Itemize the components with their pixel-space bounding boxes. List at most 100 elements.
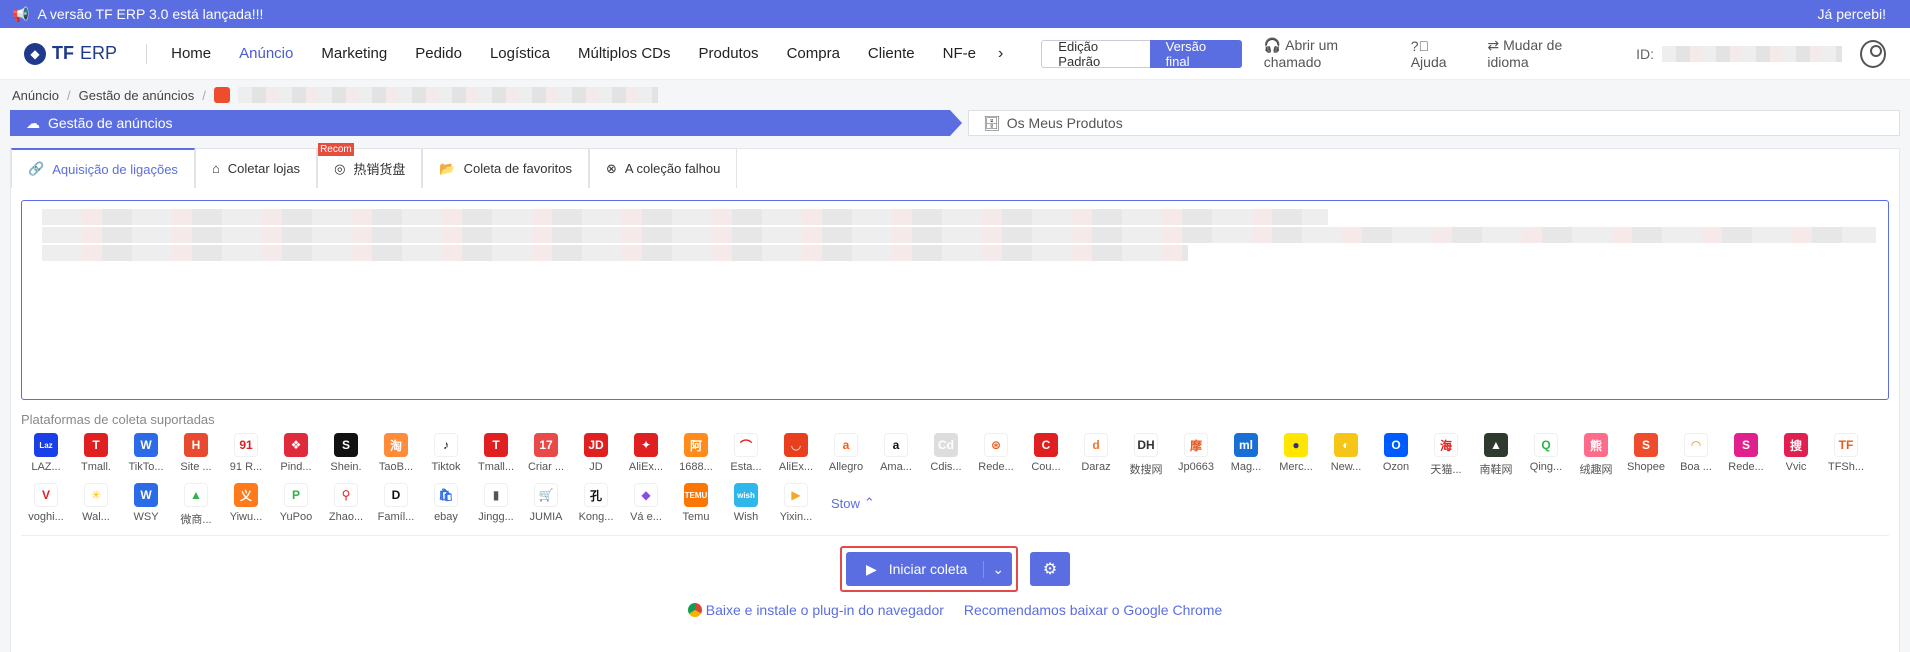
change-language-link[interactable]: ⇄ Mudar de idioma — [1487, 37, 1596, 70]
open-ticket-link[interactable]: 🎧 Abrir um chamado — [1264, 37, 1387, 70]
platform-item[interactable]: ◠ Boa ... — [1671, 433, 1721, 477]
platform-item[interactable]: TF TFSh... — [1821, 433, 1871, 477]
platform-item[interactable]: 17 Criar ... — [521, 433, 571, 477]
menu-item-5[interactable]: Múltiplos CDs — [564, 45, 685, 62]
standard-edition-button[interactable]: Edição Padrão — [1041, 39, 1150, 69]
chevron-down-icon[interactable]: ⌄ — [984, 561, 1012, 578]
platform-item[interactable]: a Allegro — [821, 433, 871, 477]
menu-item-4[interactable]: Logística — [476, 45, 564, 62]
menu-item-8[interactable]: Cliente — [854, 45, 929, 62]
platform-item[interactable]: wish Wish — [721, 483, 771, 527]
platform-item[interactable]: ▲ 南鞋网 — [1471, 433, 1521, 477]
platform-item[interactable]: 淘 TaoB... — [371, 433, 421, 477]
platform-item[interactable]: ▲ 微商... — [171, 483, 221, 527]
platform-label: New... — [1330, 461, 1362, 473]
breadcrumb-anuncio[interactable]: Anúncio — [12, 88, 59, 103]
help-link[interactable]: ?⃝Ajuda — [1411, 38, 1464, 70]
platform-item[interactable]: S Shopee — [1621, 433, 1671, 477]
platform-item[interactable]: d Daraz — [1071, 433, 1121, 477]
platform-item[interactable]: Laz LAZ... — [21, 433, 71, 477]
avatar[interactable] — [1859, 39, 1887, 68]
start-collection-button[interactable]: ▶ Iniciar coleta ⌄ — [845, 552, 1013, 586]
platform-label: Wal... — [82, 511, 110, 523]
user-id-redacted — [1661, 45, 1842, 62]
tab-1[interactable]: ⌂ Coletar lojas — [194, 148, 318, 188]
platform-item[interactable]: 91 91 R... — [221, 433, 271, 477]
platform-item[interactable]: Cd Cdis... — [921, 433, 971, 477]
platform-item[interactable]: W WSY — [121, 483, 171, 527]
links-textarea[interactable] — [21, 200, 1889, 400]
platform-item[interactable]: ⊛ Rede... — [971, 433, 1021, 477]
platform-item[interactable]: TEMU Temu — [671, 483, 721, 527]
platform-item[interactable]: ◆ Vá e... — [621, 483, 671, 527]
platform-item[interactable]: S Shein. — [321, 433, 371, 477]
menu-item-1[interactable]: Anúncio — [225, 45, 307, 62]
dismiss-banner-link[interactable]: Já percebi! — [1818, 6, 1898, 22]
platform-item[interactable]: 摩 Jp0663 — [1171, 433, 1221, 477]
platform-item[interactable]: ⚲ Zhao... — [321, 483, 371, 527]
platform-item[interactable]: O Ozon — [1371, 433, 1421, 477]
platform-item[interactable]: JD JD — [571, 433, 621, 477]
tab-2[interactable]: ◎ 热销货盘 Recom — [317, 143, 423, 188]
final-version-button[interactable]: Versão final — [1149, 39, 1242, 69]
platform-item[interactable]: T Tmall. — [71, 433, 121, 477]
platform-item[interactable]: P YuPoo — [271, 483, 321, 527]
platform-logo-icon: wish — [734, 483, 758, 507]
tab-3[interactable]: 📂 Coleta de favoritos — [422, 148, 590, 188]
platform-item[interactable]: 🛍 ebay — [421, 483, 471, 527]
stow-toggle[interactable]: Stow ⌃ — [831, 483, 875, 523]
platform-item[interactable]: 孔 Kong... — [571, 483, 621, 527]
menu-item-7[interactable]: Compra — [773, 45, 854, 62]
platform-item[interactable]: 义 Yiwu... — [221, 483, 271, 527]
platform-item[interactable]: DH 数搜网 — [1121, 433, 1171, 477]
platform-item[interactable]: T Tmall... — [471, 433, 521, 477]
menu-item-6[interactable]: Produtos — [685, 45, 773, 62]
logo[interactable]: ◆ TF ERP — [24, 42, 134, 65]
platform-item[interactable]: Q Qing... — [1521, 433, 1571, 477]
step-next[interactable]: 🗄 Os Meus Produtos — [968, 110, 1900, 136]
platform-item[interactable]: ▶ Yixin... — [771, 483, 821, 527]
platform-item[interactable]: ✳ Wal... — [71, 483, 121, 527]
tab-4[interactable]: ⊗ A coleção falhou — [589, 148, 738, 188]
platform-label: LAZ... — [31, 461, 61, 473]
platform-item[interactable]: ❖ Pind... — [271, 433, 321, 477]
platform-item[interactable]: 海天猫... — [1421, 433, 1471, 477]
platform-item[interactable]: ml Mag... — [1221, 433, 1271, 477]
start-collection-main[interactable]: ▶ Iniciar coleta — [846, 560, 985, 578]
platform-item[interactable]: ⌒ Esta... — [721, 433, 771, 477]
menu-item-9[interactable]: NF-e — [929, 45, 990, 62]
platform-logo-icon: ◠ — [1684, 433, 1708, 457]
plugin-link[interactable]: Baixe e instale o plug-in do navegador — [687, 602, 944, 618]
breadcrumb-gestao[interactable]: Gestão de anúncios — [79, 88, 195, 103]
platform-item[interactable]: ♪ Tiktok — [421, 433, 471, 477]
menu-next-chevron-icon[interactable]: › — [990, 45, 1011, 63]
platform-item[interactable]: H Site ... — [171, 433, 221, 477]
platform-item[interactable]: ● Merc... — [1271, 433, 1321, 477]
platform-item[interactable]: ◡ AliEx... — [771, 433, 821, 477]
platform-item[interactable]: 搜 Vvic — [1771, 433, 1821, 477]
menu-item-2[interactable]: Marketing — [307, 45, 401, 62]
platform-item[interactable]: ▮ Jingg... — [471, 483, 521, 527]
platform-item[interactable]: D Famíl... — [371, 483, 421, 527]
platform-item[interactable]: ✦ AliEx... — [621, 433, 671, 477]
tab-label: Coletar lojas — [227, 161, 301, 176]
platform-item[interactable]: 熊绒趣网 — [1571, 433, 1621, 477]
platform-item[interactable]: 阿 1688... — [671, 433, 721, 477]
platform-item[interactable]: W TikTo... — [121, 433, 171, 477]
menu-item-0[interactable]: Home — [157, 45, 225, 62]
platform-label: Jingg... — [478, 511, 514, 523]
platform-logo-icon: TEMU — [684, 483, 708, 507]
platform-item[interactable]: 🛒 JUMIA — [521, 483, 571, 527]
platform-item[interactable]: a Ama... — [871, 433, 921, 477]
tab-0[interactable]: 🔗 Aquisição de ligações — [11, 148, 195, 188]
chrome-link[interactable]: Recomendamos baixar o Google Chrome — [964, 602, 1222, 618]
menu-item-3[interactable]: Pedido — [401, 45, 476, 62]
platform-item[interactable]: S Rede... — [1721, 433, 1771, 477]
platform-label: 南鞋网 — [1479, 464, 1513, 476]
platform-item[interactable]: Vvoghi... — [21, 483, 71, 527]
link-icon: 🔗 — [28, 161, 45, 176]
platform-item[interactable]: C Cou... — [1021, 433, 1071, 477]
settings-button[interactable]: ⚙ — [1030, 552, 1071, 586]
platform-item[interactable]: ◐ New... — [1321, 433, 1371, 477]
step-current[interactable]: ☁ Gestão de anúncios — [10, 110, 962, 136]
